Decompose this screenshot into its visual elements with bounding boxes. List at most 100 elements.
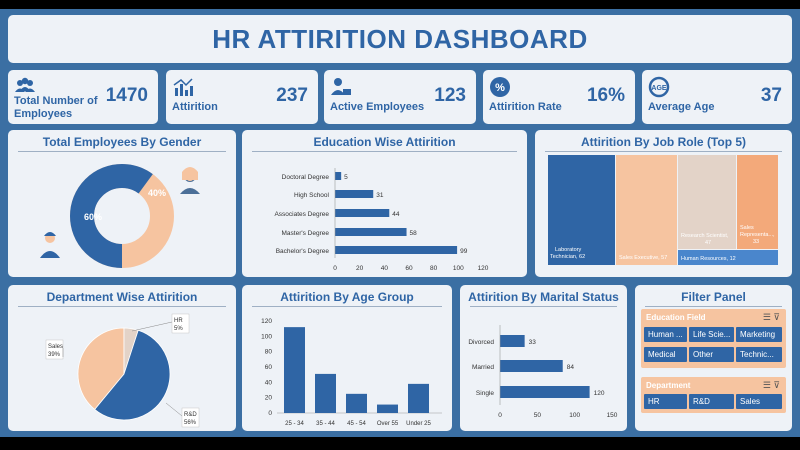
data-label: 99 bbox=[460, 248, 468, 255]
kpi-value: 123 bbox=[434, 85, 466, 106]
female-pct-label: 40% bbox=[148, 188, 166, 198]
bar bbox=[500, 386, 590, 398]
slice-name-label: R&D bbox=[184, 412, 197, 418]
data-label: 120 bbox=[594, 390, 605, 397]
slice-name-label: Sales bbox=[48, 344, 63, 350]
filter-panel: Filter Panel Education Field ☰ ⊽ Human .… bbox=[635, 285, 792, 431]
department-pie-chart: Sales 39% HR 5% R&D 56% bbox=[45, 313, 200, 428]
tick-label: 120 bbox=[261, 318, 272, 325]
slicer-item[interactable]: Marketing bbox=[736, 327, 782, 342]
gender-donut-chart: 60% 40% bbox=[40, 164, 200, 268]
kpi-value: 16% bbox=[586, 85, 625, 106]
bar-chart-icon bbox=[173, 78, 193, 96]
treemap-label: Laboratory Technician, 62 bbox=[550, 247, 585, 260]
bar bbox=[284, 327, 305, 413]
category-label: Master's Degree bbox=[282, 230, 330, 237]
slicer-item[interactable]: HR bbox=[644, 394, 687, 409]
slice-pct-label: 5% bbox=[174, 326, 183, 332]
dashboard-title: HR ATTIRITION DASHBOARD bbox=[212, 24, 588, 54]
dashboard-canvas: HR ATTIRITION DASHBOARD Total Number of … bbox=[0, 9, 800, 437]
slicer-item[interactable]: R&D bbox=[689, 394, 734, 409]
tick-label: 0 bbox=[333, 265, 337, 272]
bar bbox=[335, 190, 374, 198]
category-label: Divorced bbox=[468, 339, 494, 346]
kpi-active-employees: Active Employees 123 bbox=[324, 70, 476, 124]
slicer-item[interactable]: Medical bbox=[644, 347, 687, 362]
svg-text:AGE: AGE bbox=[651, 85, 667, 92]
slicer-heading: Education Field bbox=[646, 313, 706, 322]
bar bbox=[335, 172, 342, 180]
leader-line bbox=[131, 321, 173, 332]
category-label: Associates Degree bbox=[274, 211, 329, 218]
bar bbox=[500, 335, 525, 347]
education-field-slicer: Education Field ☰ ⊽ Human ... Life Scie.… bbox=[641, 309, 786, 368]
category-label: 25 - 34 bbox=[285, 421, 304, 427]
kpi-value: 1470 bbox=[105, 85, 148, 106]
tick-label: 0 bbox=[498, 412, 502, 419]
category-label: Doctoral Degree bbox=[282, 174, 330, 181]
slicer-item[interactable]: Sales bbox=[736, 394, 782, 409]
slicer-item[interactable]: Other bbox=[689, 347, 734, 362]
kpi-total-employees: Total Number of Employees 1470 bbox=[8, 70, 158, 124]
tick-label: 60 bbox=[265, 364, 273, 371]
bar bbox=[315, 373, 336, 413]
category-label: Bachelor's Degree bbox=[276, 248, 330, 255]
bar bbox=[346, 393, 367, 413]
female-icon bbox=[180, 167, 200, 194]
data-label: 33 bbox=[529, 339, 537, 346]
clear-filter-icon[interactable]: ⊽ bbox=[773, 380, 780, 390]
male-icon bbox=[40, 232, 60, 258]
agegroup-column-chart: 0 20 40 60 80 100 120 25 - 34 35 - 44 45 - 54 Over… bbox=[261, 318, 442, 427]
bar bbox=[408, 383, 429, 413]
category-label: Married bbox=[472, 364, 494, 371]
slice-pct-label: 56% bbox=[184, 420, 197, 426]
tick-label: 80 bbox=[430, 265, 438, 272]
kpi-average-age: AGE Average Age 37 bbox=[642, 70, 792, 124]
jobrole-panel: Attirition By Job Role (Top 5) Laborator… bbox=[535, 130, 792, 277]
data-label: 58 bbox=[410, 230, 418, 237]
kpi-label: Average Age bbox=[648, 101, 715, 113]
tick-label: 20 bbox=[356, 265, 364, 272]
jobrole-treemap: Laboratory Technician, 62 Sales Executive… bbox=[548, 155, 778, 265]
leader-line bbox=[165, 402, 183, 417]
clear-filter-icon[interactable]: ⊽ bbox=[773, 312, 780, 322]
kpi-label: Attirition bbox=[172, 101, 218, 113]
slicer-item[interactable]: Life Scie... bbox=[689, 327, 734, 342]
category-label: Under 25 bbox=[406, 421, 431, 427]
age-icon: AGE bbox=[648, 76, 670, 98]
male-pct-label: 60% bbox=[84, 212, 102, 222]
tick-label: 80 bbox=[265, 349, 273, 356]
bar bbox=[377, 404, 398, 413]
tick-label: 100 bbox=[453, 265, 464, 272]
department-slicer: Department ☰ ⊽ HR R&D Sales bbox=[641, 377, 786, 413]
tick-label: 40 bbox=[265, 379, 273, 386]
education-panel: Education Wise Attirition Doctoral Degre… bbox=[242, 130, 527, 277]
data-label: 44 bbox=[392, 211, 400, 218]
kpi-attrition-rate: % Attirition Rate 16% bbox=[483, 70, 635, 124]
tick-label: 60 bbox=[405, 265, 413, 272]
svg-text:%: % bbox=[495, 82, 505, 94]
tick-label: 100 bbox=[261, 333, 272, 340]
tick-label: 0 bbox=[268, 410, 272, 417]
kpi-value: 237 bbox=[276, 85, 308, 106]
kpi-label: Total Number of Employees bbox=[14, 95, 98, 120]
kpi-label: Active Employees bbox=[330, 101, 425, 113]
tick-label: 100 bbox=[569, 412, 580, 419]
filter-title: Filter Panel bbox=[681, 290, 746, 304]
treemap-tile bbox=[616, 155, 677, 265]
education-bar-chart: Doctoral Degree 5 High School 31 Associates … bbox=[274, 168, 489, 272]
multi-select-icon[interactable]: ☰ bbox=[763, 312, 771, 322]
slicer-item[interactable]: Technic... bbox=[736, 347, 782, 362]
treemap-label: Sales Executive, 57 bbox=[619, 255, 667, 261]
slicer-item[interactable]: Human ... bbox=[644, 327, 687, 342]
bar bbox=[335, 209, 390, 217]
slicer-heading: Department bbox=[646, 381, 691, 390]
title-panel: HR ATTIRITION DASHBOARD bbox=[8, 15, 792, 63]
slice-pct-label: 39% bbox=[48, 352, 61, 358]
category-label: Single bbox=[476, 390, 494, 397]
tick-label: 150 bbox=[607, 412, 618, 419]
kpi-value: 37 bbox=[760, 85, 782, 106]
data-label: 31 bbox=[376, 192, 384, 199]
multi-select-icon[interactable]: ☰ bbox=[763, 380, 771, 390]
tick-label: 50 bbox=[534, 412, 542, 419]
